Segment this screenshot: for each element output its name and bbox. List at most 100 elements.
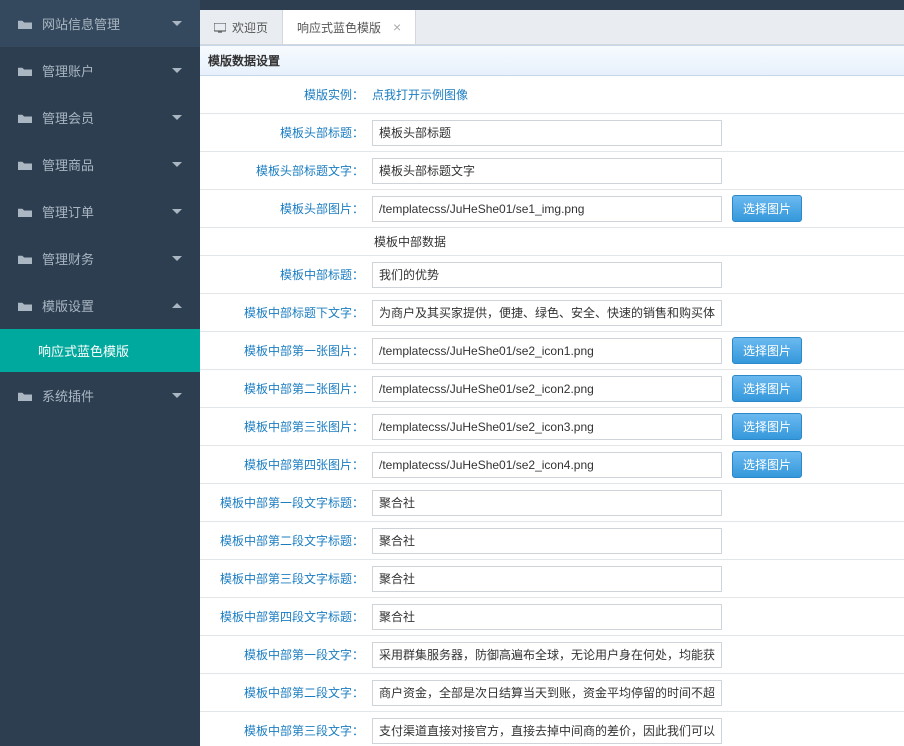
chevron-down-icon: [172, 256, 182, 261]
sidebar-item-label: 网站信息管理: [42, 14, 120, 33]
input-mid-p1-title[interactable]: [372, 490, 722, 516]
input-mid-p1-text[interactable]: [372, 642, 722, 668]
label-mid-subtitle: 模板中部标题下文字：: [200, 304, 370, 321]
btn-pick-mid-img4[interactable]: 选择图片: [732, 451, 802, 478]
sidebar-item-site-info[interactable]: 网站信息管理: [0, 0, 200, 47]
sidebar-item-finance[interactable]: 管理财务: [0, 235, 200, 282]
folder-icon: [18, 19, 32, 29]
folder-icon: [18, 301, 32, 311]
label-mid-img1: 模板中部第一张图片：: [200, 342, 370, 359]
row-mid-p4-title: 模板中部第四段文字标题：: [200, 598, 904, 636]
tab-welcome[interactable]: 欢迎页: [200, 10, 283, 44]
sidebar: 网站信息管理 管理账户 管理会员 管理商品 管理订单 管理财务 模版设置 响应: [0, 0, 200, 746]
label-mid-img2: 模板中部第二张图片：: [200, 380, 370, 397]
input-mid-img1[interactable]: [372, 338, 722, 364]
row-mid-img2: 模板中部第二张图片： 选择图片: [200, 370, 904, 408]
folder-icon: [18, 391, 32, 401]
row-mid-img3: 模板中部第三张图片： 选择图片: [200, 408, 904, 446]
input-mid-subtitle[interactable]: [372, 300, 722, 326]
label-mid-p1-text: 模板中部第一段文字：: [200, 646, 370, 663]
sidebar-item-label: 管理财务: [42, 249, 94, 268]
label-mid-p1-title: 模板中部第一段文字标题：: [200, 494, 370, 511]
label-mid-p2-text: 模板中部第二段文字：: [200, 684, 370, 701]
row-example: 模版实例： 点我打开示例图像: [200, 76, 904, 114]
form-area: 模版实例： 点我打开示例图像 模板头部标题： 模板头部标题文字： 模板头部图片：…: [200, 76, 904, 746]
label-mid-p4-title: 模板中部第四段文字标题：: [200, 608, 370, 625]
input-head-title-text[interactable]: [372, 158, 722, 184]
mid-data-header: 模板中部数据: [372, 233, 446, 250]
input-mid-title[interactable]: [372, 262, 722, 288]
input-head-img[interactable]: [372, 196, 722, 222]
input-mid-img3[interactable]: [372, 414, 722, 440]
sidebar-item-label: 管理商品: [42, 155, 94, 174]
label-head-title-text: 模板头部标题文字：: [200, 162, 370, 179]
sidebar-item-members[interactable]: 管理会员: [0, 94, 200, 141]
row-head-title-text: 模板头部标题文字：: [200, 152, 904, 190]
label-mid-img3: 模板中部第三张图片：: [200, 418, 370, 435]
label-mid-p3-title: 模板中部第三段文字标题：: [200, 570, 370, 587]
btn-pick-head-img[interactable]: 选择图片: [732, 195, 802, 222]
sidebar-item-label: 管理会员: [42, 108, 94, 127]
tab-label: 响应式蓝色模版: [297, 19, 381, 36]
label-example: 模版实例：: [200, 86, 370, 103]
label-mid-title: 模板中部标题：: [200, 266, 370, 283]
tabbar: 欢迎页 响应式蓝色模版 ×: [200, 10, 904, 45]
label-mid-img4: 模板中部第四张图片：: [200, 456, 370, 473]
sidebar-item-templates[interactable]: 模版设置: [0, 282, 200, 329]
row-mid-p2-text: 模板中部第二段文字：: [200, 674, 904, 712]
folder-icon: [18, 207, 32, 217]
row-mid-header: 模板中部数据: [200, 228, 904, 256]
row-mid-subtitle: 模板中部标题下文字：: [200, 294, 904, 332]
input-head-title[interactable]: [372, 120, 722, 146]
input-mid-p4-title[interactable]: [372, 604, 722, 630]
chevron-down-icon: [172, 115, 182, 120]
input-mid-img2[interactable]: [372, 376, 722, 402]
sidebar-item-orders[interactable]: 管理订单: [0, 188, 200, 235]
sidebar-item-label: 管理订单: [42, 202, 94, 221]
input-mid-p3-text[interactable]: [372, 718, 722, 744]
sidebar-item-label: 管理账户: [42, 61, 94, 80]
sidebar-sub-template-blue[interactable]: 响应式蓝色模版: [0, 329, 200, 372]
folder-icon: [18, 160, 32, 170]
topbar: [200, 0, 904, 10]
chevron-down-icon: [172, 21, 182, 26]
row-mid-p1-title: 模板中部第一段文字标题：: [200, 484, 904, 522]
sidebar-item-accounts[interactable]: 管理账户: [0, 47, 200, 94]
link-open-example[interactable]: 点我打开示例图像: [372, 86, 468, 103]
sidebar-item-label: 模版设置: [42, 296, 94, 315]
sidebar-item-plugins[interactable]: 系统插件: [0, 372, 200, 419]
folder-icon: [18, 113, 32, 123]
row-mid-img1: 模板中部第一张图片： 选择图片: [200, 332, 904, 370]
folder-icon: [18, 254, 32, 264]
row-head-title: 模板头部标题：: [200, 114, 904, 152]
btn-pick-mid-img1[interactable]: 选择图片: [732, 337, 802, 364]
btn-pick-mid-img3[interactable]: 选择图片: [732, 413, 802, 440]
input-mid-p2-title[interactable]: [372, 528, 722, 554]
main-content: 欢迎页 响应式蓝色模版 × 模版数据设置 模版实例： 点我打开示例图像 模板头部…: [200, 0, 904, 746]
sidebar-sub-label: 响应式蓝色模版: [38, 344, 129, 359]
panel-title: 模版数据设置: [200, 45, 904, 76]
tab-label: 欢迎页: [232, 19, 268, 36]
sidebar-item-products[interactable]: 管理商品: [0, 141, 200, 188]
row-mid-p3-text: 模板中部第三段文字：: [200, 712, 904, 746]
row-mid-img4: 模板中部第四张图片： 选择图片: [200, 446, 904, 484]
label-head-img: 模板头部图片：: [200, 200, 370, 217]
sidebar-item-label: 系统插件: [42, 386, 94, 405]
chevron-down-icon: [172, 162, 182, 167]
chevron-up-icon: [172, 303, 182, 308]
chevron-down-icon: [172, 68, 182, 73]
label-mid-p2-title: 模板中部第二段文字标题：: [200, 532, 370, 549]
btn-pick-mid-img2[interactable]: 选择图片: [732, 375, 802, 402]
chevron-down-icon: [172, 393, 182, 398]
chevron-down-icon: [172, 209, 182, 214]
row-mid-title: 模板中部标题：: [200, 256, 904, 294]
folder-icon: [18, 66, 32, 76]
input-mid-p3-title[interactable]: [372, 566, 722, 592]
monitor-icon: [214, 22, 226, 32]
row-mid-p1-text: 模板中部第一段文字：: [200, 636, 904, 674]
label-head-title: 模板头部标题：: [200, 124, 370, 141]
input-mid-img4[interactable]: [372, 452, 722, 478]
tab-template[interactable]: 响应式蓝色模版 ×: [283, 10, 416, 44]
close-icon[interactable]: ×: [393, 20, 401, 34]
input-mid-p2-text[interactable]: [372, 680, 722, 706]
